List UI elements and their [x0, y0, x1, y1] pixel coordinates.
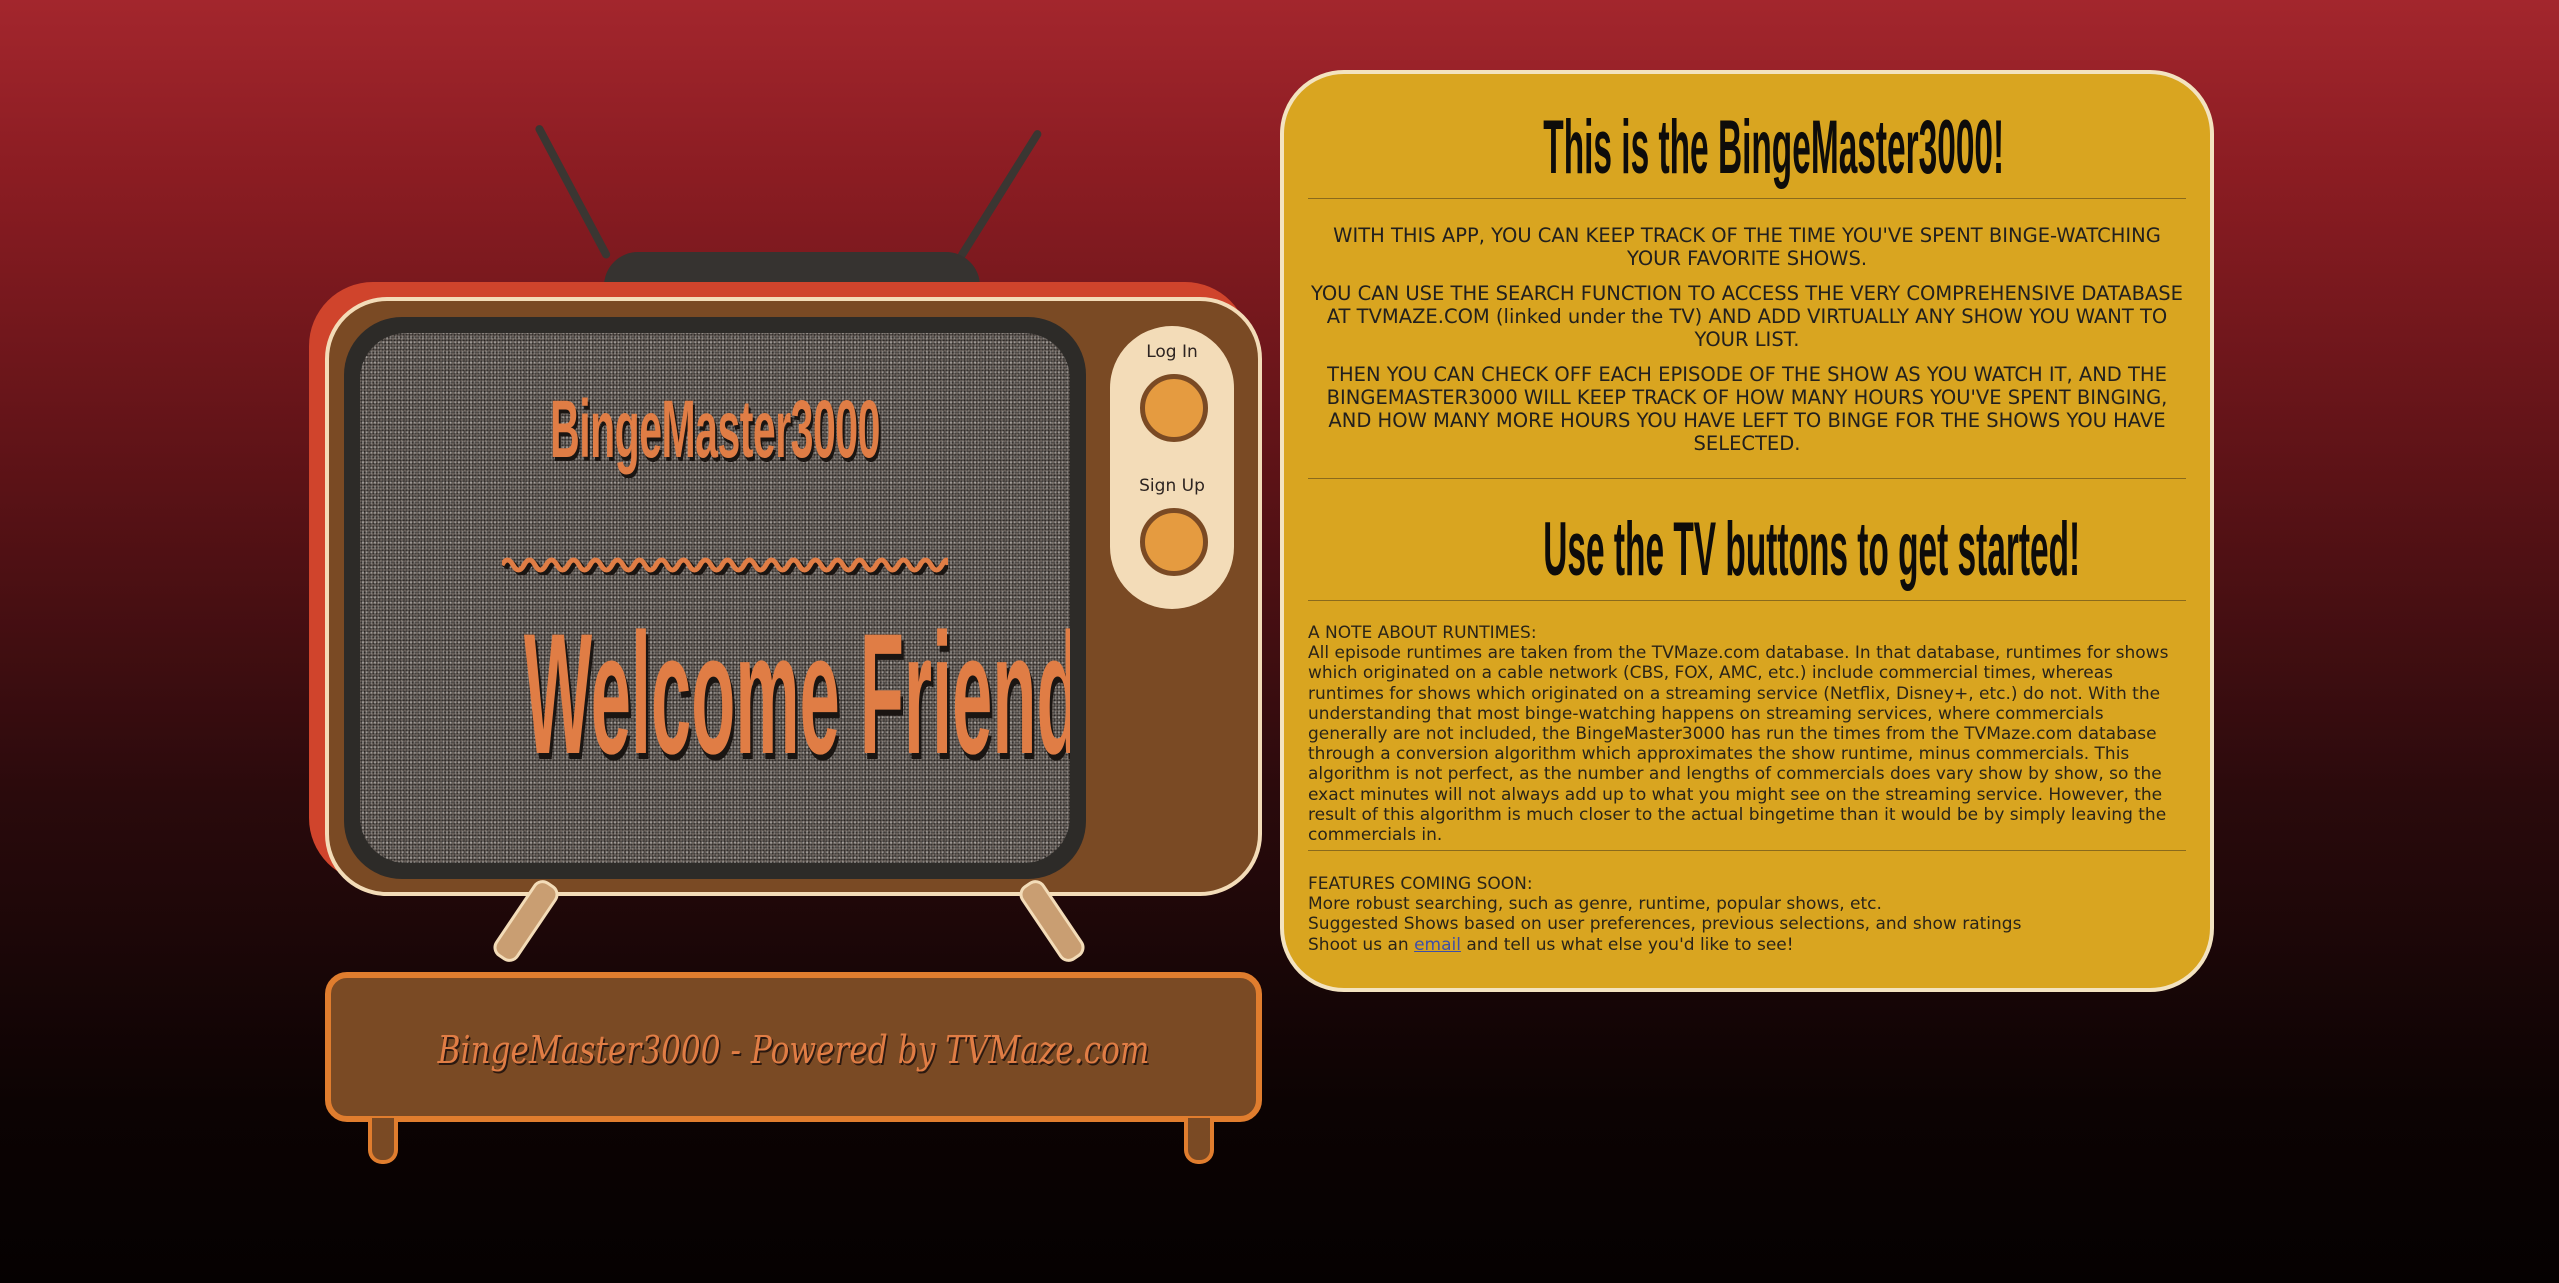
contact-prefix: Shoot us an [1308, 934, 1415, 955]
signup-label: Sign Up [1139, 476, 1205, 496]
screen-title: BingeMaster3000 [550, 384, 880, 475]
runtime-note-body: All episode runtimes are taken from the … [1308, 643, 2169, 846]
cta-heading: Use the TV buttons to get started! [1543, 507, 2081, 592]
antenna-right [956, 128, 1043, 261]
divider [1308, 198, 2186, 199]
feature-item: More robust searching, such as genre, ru… [1308, 894, 1882, 915]
divider [1308, 850, 2186, 851]
stand-leg-left [368, 1118, 398, 1164]
antenna-left [534, 123, 612, 260]
tv-stand: BingeMaster3000 - Powered by TVMaze.com [325, 972, 1262, 1122]
login-label: Log In [1146, 342, 1198, 362]
tv-control-panel: Log In Sign Up [1110, 326, 1234, 609]
contact-suffix: and tell us what else you'd like to see! [1460, 934, 1794, 955]
tv-screen: BingeMaster3000 Welcome Friend! [360, 333, 1070, 863]
info-heading: This is the BingeMaster3000! [1543, 105, 2005, 190]
info-card: This is the BingeMaster3000! WITH THIS A… [1280, 70, 2214, 992]
intro-paragraph-3: THEN YOU CAN CHECK OFF EACH EPISODE OF T… [1326, 363, 2168, 455]
divider [1308, 478, 2186, 479]
stand-leg-right [1184, 1118, 1214, 1164]
login-button[interactable] [1140, 374, 1208, 442]
intro-paragraph-2: YOU CAN USE THE SEARCH FUNCTION TO ACCES… [1310, 282, 2183, 351]
tvmaze-link[interactable]: BingeMaster3000 - Powered by TVMaze.com [414, 1028, 1173, 1072]
divider [1308, 600, 2186, 601]
features-title: FEATURES COMING SOON: [1308, 874, 1533, 894]
runtime-note: A NOTE ABOUT RUNTIMES: All episode runti… [1308, 623, 2188, 845]
intro-paragraph-1: WITH THIS APP, YOU CAN KEEP TRACK OF THE… [1333, 224, 2161, 270]
email-link[interactable]: email [1414, 935, 1461, 955]
runtime-note-title: A NOTE ABOUT RUNTIMES: [1308, 623, 1537, 643]
feature-item: Suggested Shows based on user preference… [1308, 914, 2022, 935]
features-section: FEATURES COMING SOON: More robust search… [1308, 874, 2188, 955]
contact-line: Shoot us an email and tell us what else … [1308, 935, 2188, 955]
screen-welcome: Welcome Friend! [523, 598, 1070, 790]
squiggle-divider [502, 557, 948, 575]
signup-button[interactable] [1140, 508, 1208, 576]
